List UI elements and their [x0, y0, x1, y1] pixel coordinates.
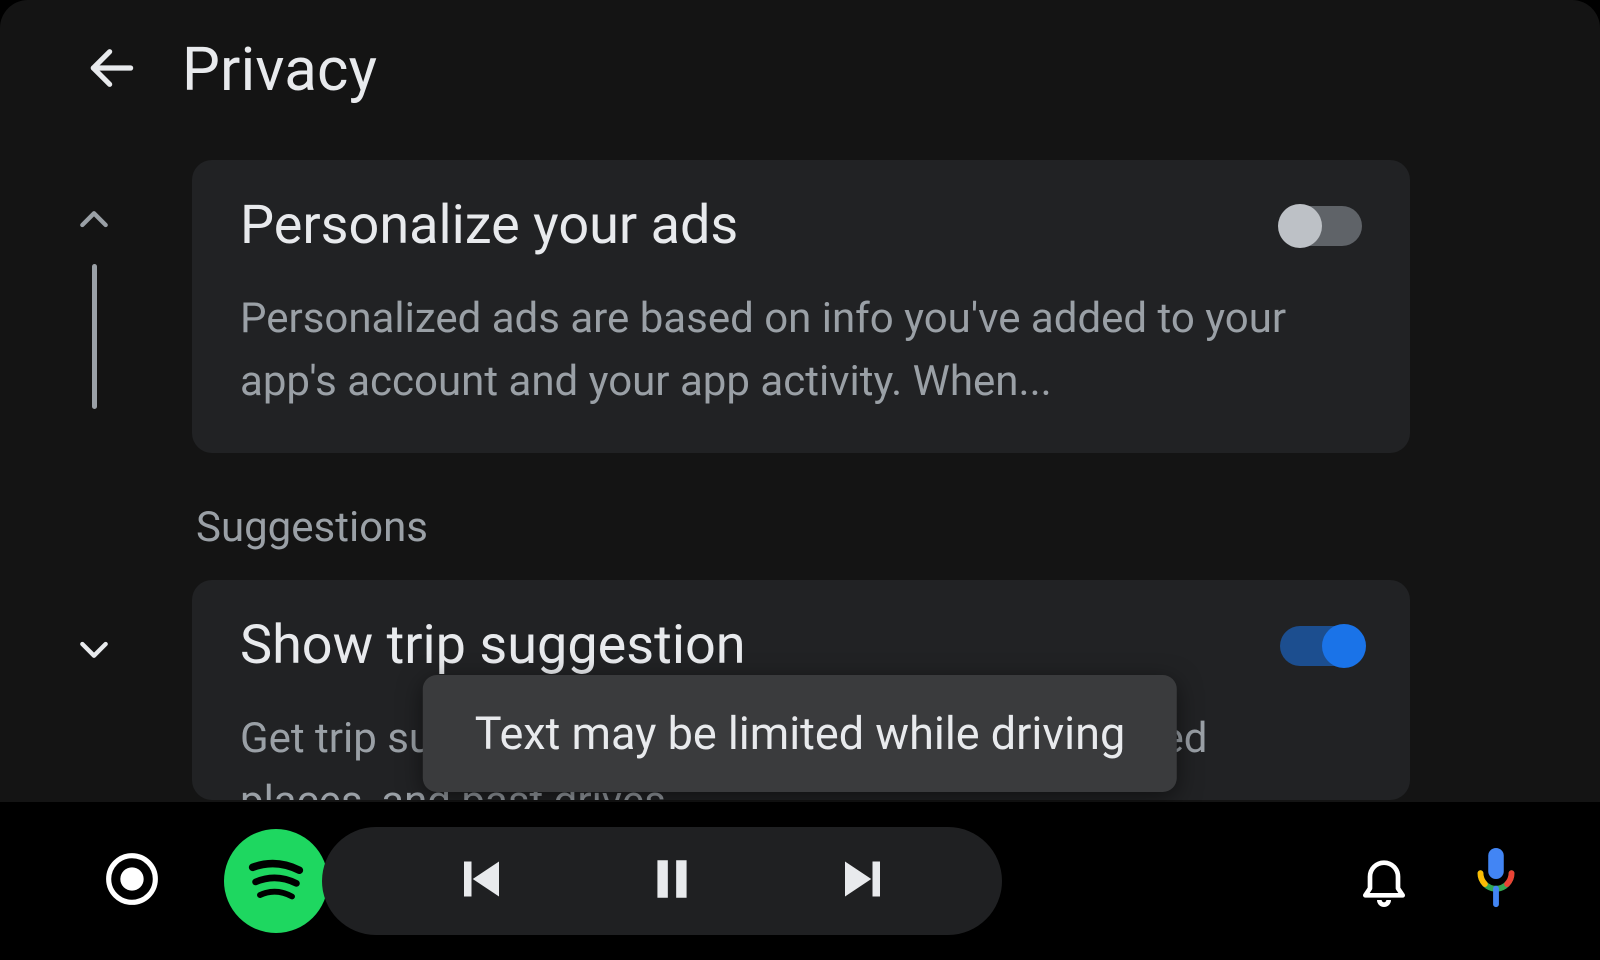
- page-title: Privacy: [182, 34, 377, 105]
- notifications-button[interactable]: [1356, 851, 1412, 911]
- section-heading-suggestions: Suggestions: [196, 503, 1410, 552]
- chevron-up-icon: [74, 225, 114, 244]
- media-cluster: [224, 827, 1002, 935]
- scroll-track: [92, 264, 97, 409]
- toast-text: Text may be limited while driving: [475, 707, 1125, 760]
- pause-icon: [647, 854, 697, 908]
- scroll-rail: [74, 200, 114, 673]
- bell-icon: [1356, 851, 1412, 911]
- play-pause-button[interactable]: [627, 836, 717, 926]
- back-button[interactable]: [82, 40, 142, 100]
- header: Privacy: [0, 0, 1600, 135]
- scroll-down-button[interactable]: [74, 629, 114, 673]
- next-track-button[interactable]: [820, 836, 910, 926]
- skip-previous-icon: [449, 849, 509, 913]
- home-button[interactable]: [100, 849, 164, 913]
- toggle-thumb: [1278, 204, 1322, 248]
- spotify-icon: [241, 844, 311, 918]
- chevron-down-icon: [74, 654, 114, 673]
- setting-personalize-ads[interactable]: Personalize your ads Personalized ads ar…: [192, 160, 1410, 453]
- toggle-personalize-ads[interactable]: [1280, 206, 1362, 246]
- setting-description: Personalized ads are based on info you'v…: [240, 287, 1306, 413]
- setting-label: Personalize your ads: [240, 194, 738, 257]
- voice-assistant-button[interactable]: [1472, 846, 1520, 916]
- microphone-icon: [1472, 846, 1520, 916]
- scroll-up-button[interactable]: [74, 200, 114, 244]
- skip-next-icon: [835, 849, 895, 913]
- driving-toast: Text may be limited while driving: [423, 675, 1177, 792]
- toggle-trip-suggestion[interactable]: [1280, 626, 1362, 666]
- previous-track-button[interactable]: [434, 836, 524, 926]
- arrow-left-icon: [84, 40, 140, 100]
- circle-dot-icon: [104, 851, 160, 911]
- toggle-thumb: [1322, 624, 1366, 668]
- media-app-button[interactable]: [224, 829, 328, 933]
- settings-screen: Privacy Personalize your ads Person: [0, 0, 1600, 960]
- setting-label: Show trip suggestion: [240, 614, 746, 677]
- system-bar: [0, 802, 1600, 960]
- media-controls: [322, 827, 1002, 935]
